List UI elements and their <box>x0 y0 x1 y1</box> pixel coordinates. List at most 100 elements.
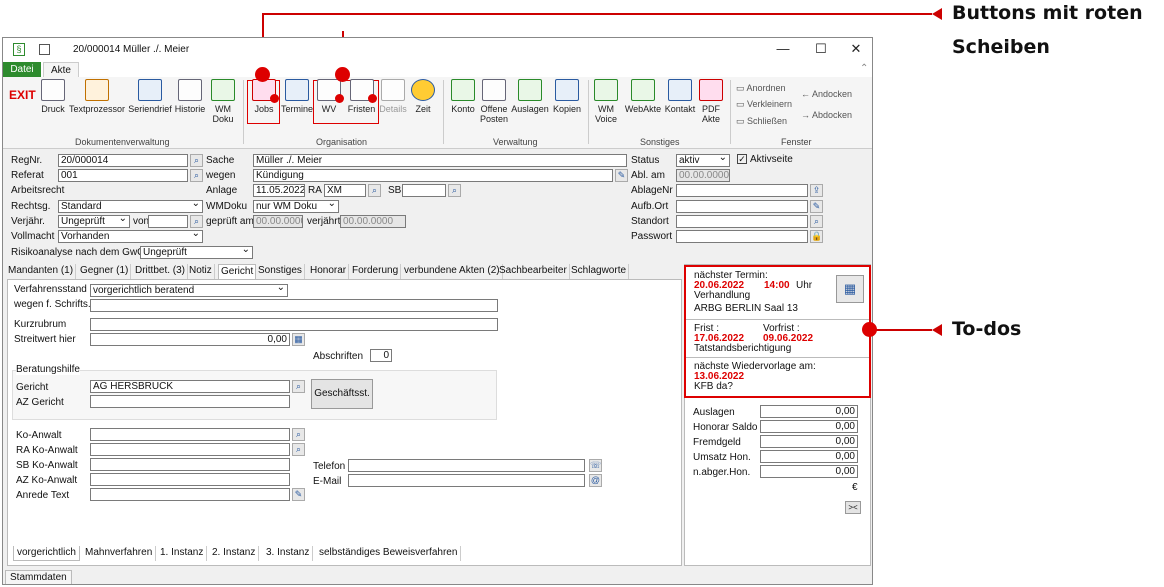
wmdoku-button[interactable]: WM Doku <box>208 79 238 124</box>
standort-field[interactable] <box>676 215 808 228</box>
maximize-button[interactable]: ☐ <box>811 41 831 57</box>
sache-field[interactable]: Müller ./. Meier <box>253 154 627 167</box>
details-button[interactable]: Details <box>379 79 407 114</box>
risiko-select[interactable]: Ungeprüft <box>140 246 253 259</box>
offene-posten-button[interactable]: Offene Posten <box>479 79 509 124</box>
tab-forderung[interactable]: Forderung <box>350 264 402 279</box>
tab-gericht[interactable]: Gericht <box>218 264 257 279</box>
tab-schlagworte[interactable]: Schlagworte <box>569 264 630 279</box>
rechtsg-select[interactable]: Standard <box>58 200 203 213</box>
phone-icon[interactable]: ☏ <box>589 459 602 472</box>
historie-button[interactable]: Historie <box>173 79 207 114</box>
edit-icon[interactable]: ✎ <box>810 200 823 213</box>
ra-field[interactable]: XM <box>324 184 366 197</box>
search-icon[interactable]: ⌕ <box>190 169 203 182</box>
az-gericht-field[interactable] <box>90 395 290 408</box>
ablam-field[interactable]: 00.00.0000 <box>676 169 730 182</box>
sb-ko-anwalt-field[interactable] <box>90 458 290 471</box>
tab-notiz[interactable]: Notiz <box>187 264 215 279</box>
wm-voice-button[interactable]: WM Voice <box>591 79 621 124</box>
search-icon[interactable]: ⌕ <box>292 428 305 441</box>
stammdaten-tab[interactable]: Stammdaten <box>5 570 72 584</box>
search-icon[interactable]: ⌕ <box>190 154 203 167</box>
verjahrt-field[interactable]: 00.00.0000 <box>340 215 406 228</box>
tab-instanz-3[interactable]: 3. Instanz <box>263 546 314 561</box>
tab-drittbet[interactable]: Drittbet. (3) <box>133 264 189 279</box>
upload-icon[interactable]: ⇪ <box>810 184 823 197</box>
collapse-button[interactable]: >< <box>845 501 861 514</box>
search-icon[interactable]: ⌕ <box>292 380 305 393</box>
at-icon[interactable]: @ <box>589 474 602 487</box>
abdocken-button[interactable]: → Abdocken <box>801 110 852 120</box>
webakte-button[interactable]: WebAkte <box>623 79 663 114</box>
anrede-field[interactable] <box>90 488 290 501</box>
tab-instanz-1[interactable]: 1. Instanz <box>157 546 208 561</box>
edit-icon[interactable]: ✎ <box>615 169 628 182</box>
ablagenr-field[interactable] <box>676 184 808 197</box>
aktivseite-checkbox[interactable]: ✓ <box>737 154 747 164</box>
druck-button[interactable]: Druck <box>39 79 67 114</box>
regnr-field[interactable]: 20/000014 <box>58 154 188 167</box>
lock-icon[interactable]: 🔒 <box>810 230 823 243</box>
jobs-button[interactable]: Jobs <box>248 79 280 114</box>
tab-akte[interactable]: Akte <box>43 62 79 77</box>
auslagen-button[interactable]: Auslagen <box>510 79 550 114</box>
edit-icon[interactable]: ✎ <box>292 488 305 501</box>
calculator-icon[interactable]: ▦ <box>292 333 305 346</box>
geschaeftsst-button[interactable]: Geschäftsst. <box>311 379 373 409</box>
tab-honorar[interactable]: Honorar <box>308 264 350 279</box>
seriendrief-button[interactable]: Seriendrief <box>127 79 173 114</box>
tab-sonstiges[interactable]: Sonstiges <box>256 264 305 279</box>
passwort-field[interactable] <box>676 230 808 243</box>
save-icon[interactable] <box>39 44 50 55</box>
tab-vorgerichtlich[interactable]: vorgerichtlich <box>13 546 80 561</box>
tab-mahnverfahren[interactable]: Mahnverfahren <box>82 546 157 561</box>
telefon-field[interactable] <box>348 459 585 472</box>
kopien-button[interactable]: Kopien <box>551 79 583 114</box>
close-button[interactable]: ✕ <box>846 41 866 57</box>
tab-mandanten[interactable]: Mandanten (1) <box>6 264 77 279</box>
exit-button[interactable]: EXIT <box>9 88 36 102</box>
calendar-open-button[interactable]: ▦ <box>836 275 864 303</box>
termine-button[interactable]: Termine <box>281 79 313 114</box>
status-select[interactable]: aktiv <box>676 154 730 167</box>
verkleinern-button[interactable]: ▭ Verkleinern <box>736 99 792 110</box>
search-icon[interactable]: ⌕ <box>810 215 823 228</box>
az-ko-anwalt-field[interactable] <box>90 473 290 486</box>
search-icon[interactable]: ⌕ <box>448 184 461 197</box>
sb-field[interactable] <box>402 184 446 197</box>
tab-verbundene-akten[interactable]: verbundene Akten (2) <box>402 264 503 279</box>
minimize-button[interactable]: — <box>773 41 793 56</box>
gepruft-field[interactable]: 00.00.0000 <box>253 215 303 228</box>
textprozessor-button[interactable]: Textprozessor <box>69 79 125 114</box>
wegen-schrifts-field[interactable] <box>90 299 498 312</box>
wegen-field[interactable]: Kündigung <box>253 169 613 182</box>
email-field[interactable] <box>348 474 585 487</box>
pdf-akte-button[interactable]: PDF Akte <box>697 79 725 124</box>
verjahr-select[interactable]: Ungeprüft <box>58 215 130 228</box>
collapse-ribbon-icon[interactable]: ⌃ <box>860 63 868 74</box>
konto-button[interactable]: Konto <box>447 79 479 114</box>
anordnen-button[interactable]: ▭ Anordnen <box>736 83 786 94</box>
tab-datei[interactable]: Datei <box>3 62 41 77</box>
tab-gegner[interactable]: Gegner (1) <box>78 264 132 279</box>
tab-instanz-2[interactable]: 2. Instanz <box>209 546 260 561</box>
andocken-button[interactable]: ← Andocken <box>801 89 852 99</box>
wv-button[interactable]: WV <box>314 79 344 114</box>
vollmacht-select[interactable]: Vorhanden <box>58 230 203 243</box>
wmdoku-select[interactable]: nur WM Doku <box>253 200 339 213</box>
kontakt-button[interactable]: Kontakt <box>663 79 697 114</box>
streitwert-field[interactable]: 0,00 <box>90 333 290 346</box>
referat-field[interactable]: 001 <box>58 169 188 182</box>
gericht-field[interactable]: AG HERSBRUCK <box>90 380 290 393</box>
search-icon[interactable]: ⌕ <box>368 184 381 197</box>
tab-beweisverfahren[interactable]: selbständiges Beweisverfahren <box>316 546 462 561</box>
abschriften-field[interactable]: 0 <box>370 349 392 362</box>
search-icon[interactable]: ⌕ <box>190 215 203 228</box>
tab-sachbearbeiter[interactable]: Sachbearbeiter <box>497 264 570 279</box>
verfahrensstand-select[interactable]: vorgerichtlich beratend <box>90 284 288 297</box>
kurzrubrum-field[interactable] <box>90 318 498 331</box>
search-icon[interactable]: ⌕ <box>292 443 305 456</box>
fristen-button[interactable]: Fristen <box>345 79 378 114</box>
ra-ko-anwalt-field[interactable] <box>90 443 290 456</box>
